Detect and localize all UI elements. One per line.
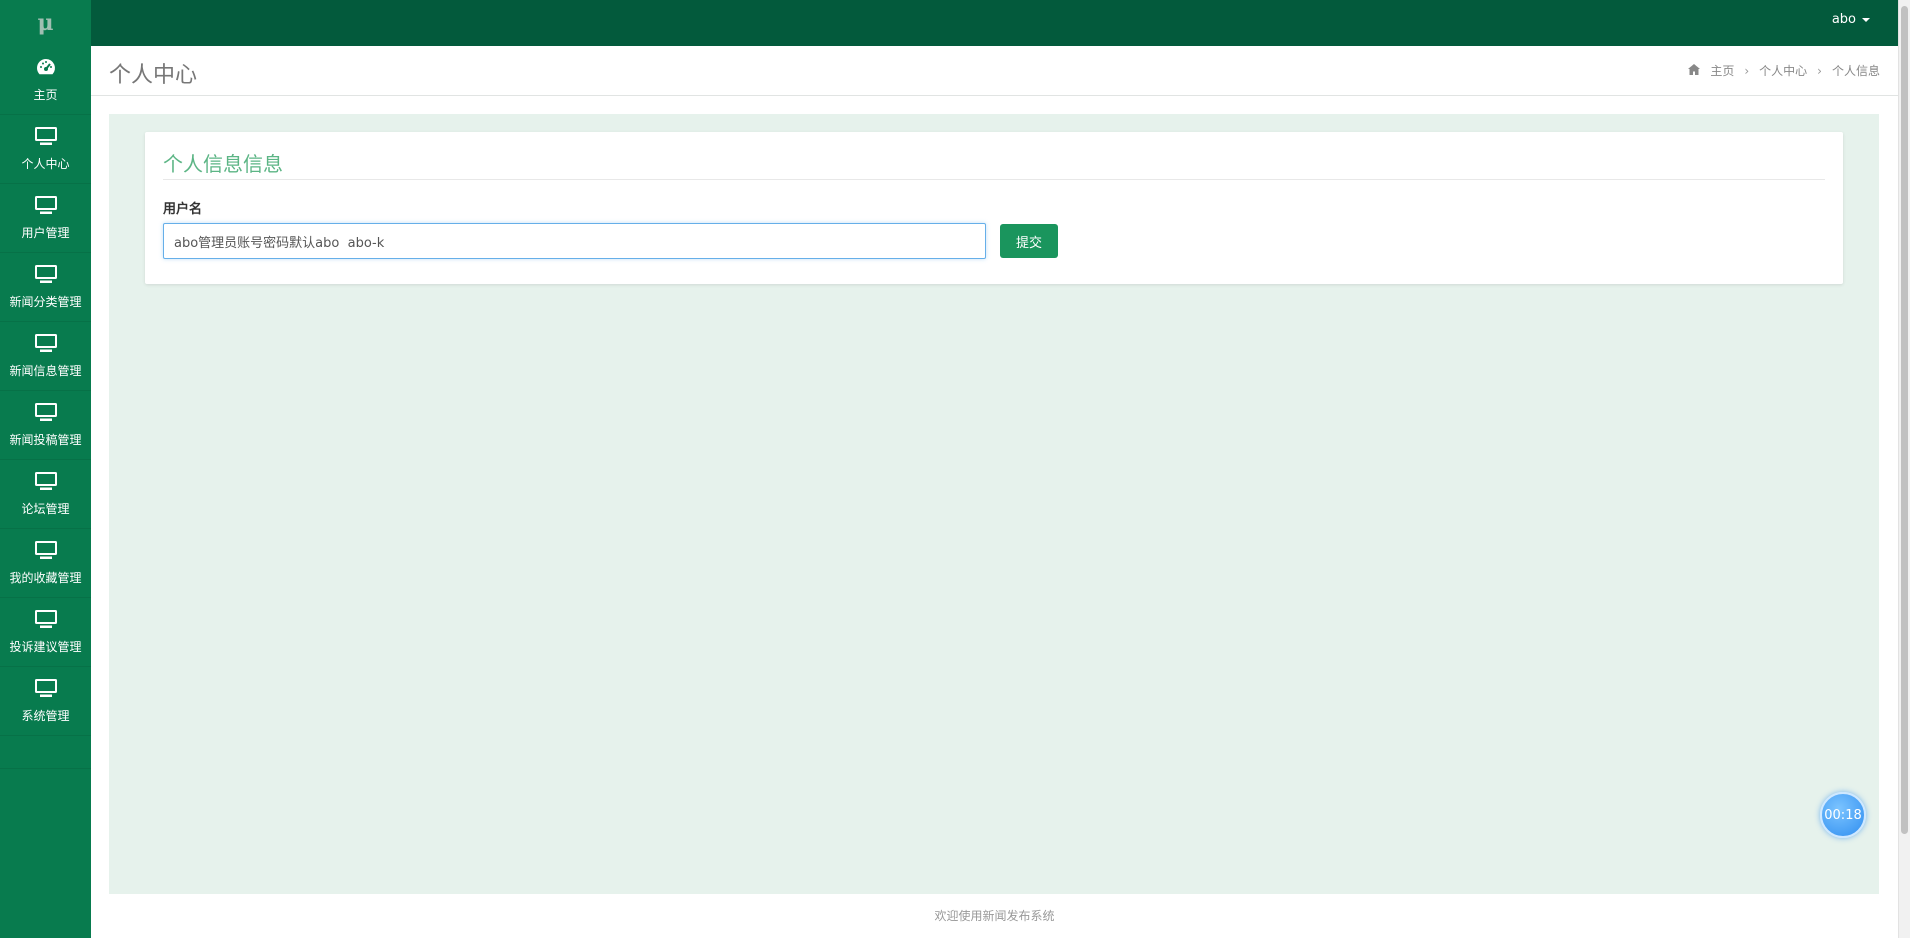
profile-card: 个人信息信息 用户名 提交 [145,132,1843,284]
username-input[interactable] [163,223,986,259]
sidebar-item-news-submission[interactable]: 新闻投稿管理 [0,391,91,460]
main-content: 个人信息信息 用户名 提交 [109,114,1879,894]
monitor-icon [34,195,58,218]
timer-badge[interactable]: 00:18 [1820,792,1866,838]
sidebar-item-label: 系统管理 [21,709,70,723]
sidebar-item-label: 论坛管理 [21,502,70,516]
breadcrumb-item-personal-info: 个人信息 [1831,64,1880,78]
monitor-icon [34,333,58,356]
sidebar-item-complaints[interactable]: 投诉建议管理 [0,598,91,667]
chevron-right-icon: › [1744,63,1750,78]
monitor-icon [34,678,58,701]
sidebar-item-forum[interactable]: 论坛管理 [0,460,91,529]
divider [163,179,1825,180]
sidebar-item-favorites[interactable]: 我的收藏管理 [0,529,91,598]
monitor-icon [34,540,58,563]
footer: 欢迎使用新闻发布系统 [91,894,1898,938]
sidebar-item-user-management[interactable]: 用户管理 [0,184,91,253]
username-label: 用户名 [163,202,203,217]
sidebar-item-news-info[interactable]: 新闻信息管理 [0,322,91,391]
sidebar-item-label: 新闻投稿管理 [9,433,82,447]
chevron-right-icon: › [1817,63,1822,78]
sidebar-item-label: 个人中心 [21,157,70,171]
monitor-icon [34,264,58,287]
user-name: abo [1831,12,1856,27]
sidebar-item-news-category[interactable]: 新闻分类管理 [0,253,91,322]
caret-down-icon [1862,17,1870,22]
submit-button[interactable]: 提交 [1000,224,1058,258]
user-dropdown[interactable]: abo [1832,12,1870,27]
card-title: 个人信息信息 [163,152,283,176]
sidebar-spacer [0,736,91,769]
breadcrumb-item-personal-center[interactable]: 个人中心 [1759,62,1807,79]
breadcrumb-item-home[interactable]: 主页 [1710,62,1734,79]
monitor-icon [34,126,58,149]
home-icon [1688,63,1701,78]
scrollbar[interactable] [1898,0,1910,938]
sidebar: 主页 个人中心 用户管理 新闻分类管理 新闻信息管理 新闻投稿管理 论坛管理 我… [0,46,91,938]
sidebar-item-system[interactable]: 系统管理 [0,667,91,736]
page-title: 个人中心 [109,63,198,88]
monitor-icon [34,471,58,494]
top-navbar: μ abo [0,0,1898,46]
monitor-icon [34,609,58,632]
brand-logo[interactable]: μ [0,0,91,46]
sidebar-item-label: 我的收藏管理 [9,571,82,585]
sidebar-item-label: 新闻信息管理 [9,364,82,378]
sidebar-item-home[interactable]: 主页 [0,46,91,115]
scroll-thumb[interactable] [1901,6,1908,834]
page-header: 个人中心 主页 › 个人中心 › 个人信息 [91,46,1898,96]
sidebar-item-label: 新闻分类管理 [9,295,82,309]
breadcrumb: 主页 › 个人中心 › 个人信息 [1688,62,1880,79]
sidebar-item-label: 用户管理 [21,226,70,240]
dashboard-icon [35,57,57,80]
sidebar-item-label: 主页 [33,88,58,102]
sidebar-item-label: 投诉建议管理 [9,640,82,654]
sidebar-item-personal-center[interactable]: 个人中心 [0,115,91,184]
monitor-icon [34,402,58,425]
